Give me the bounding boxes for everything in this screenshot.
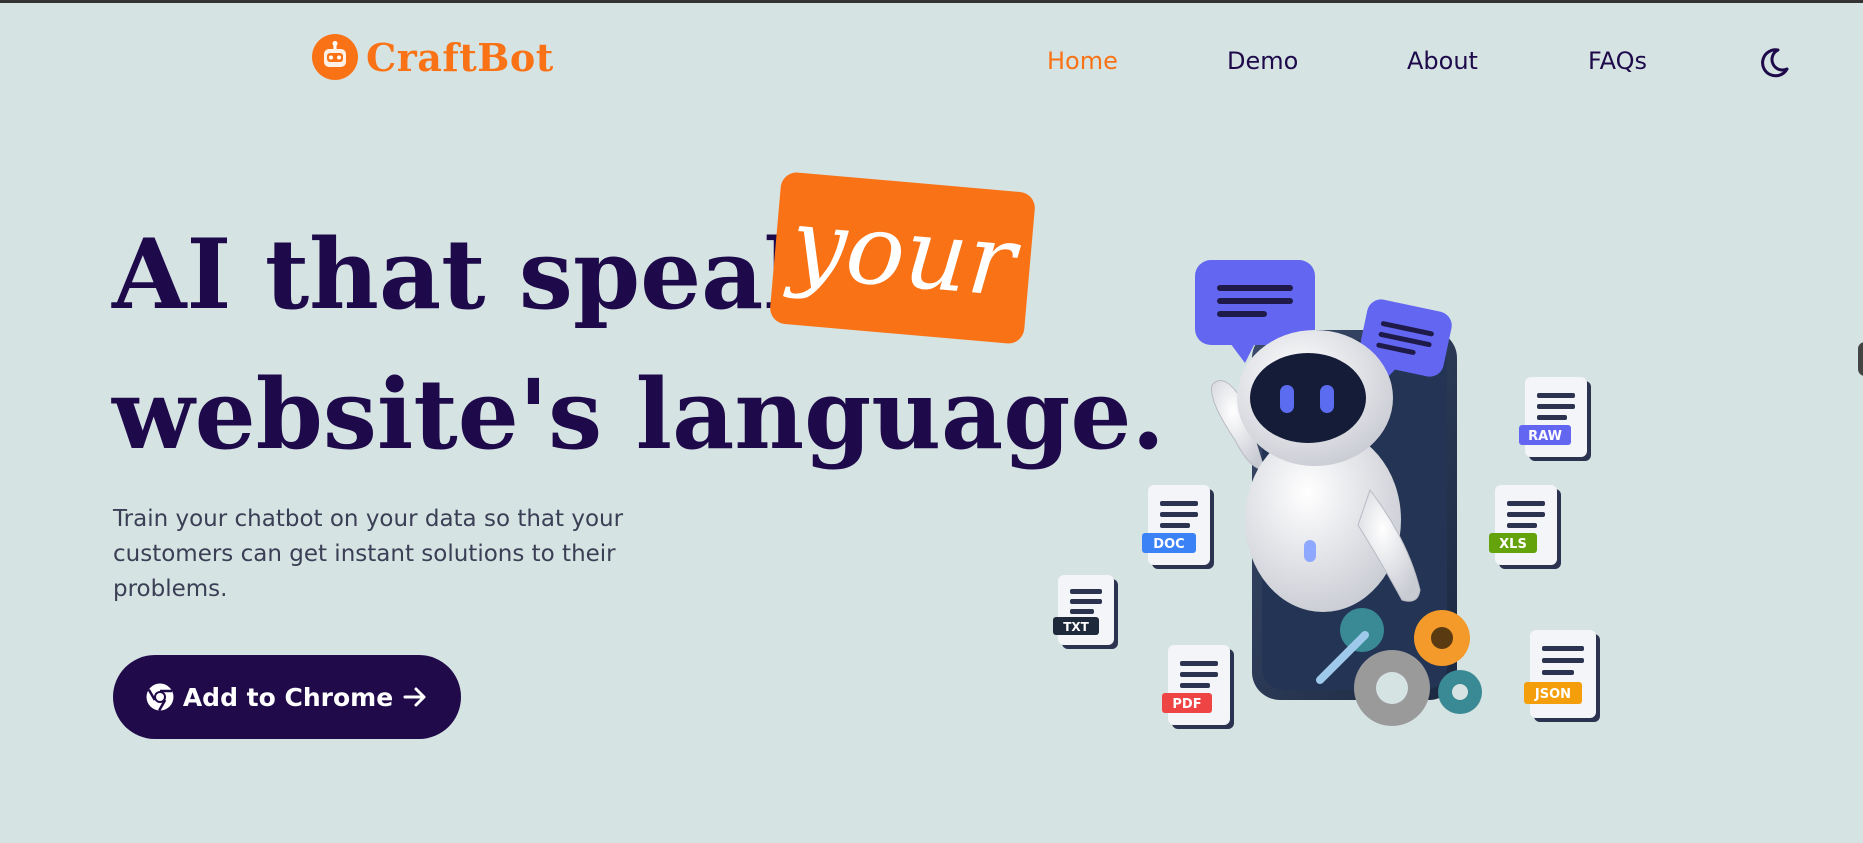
moon-icon[interactable] [1756, 45, 1792, 81]
nav-about-link[interactable]: About [1407, 47, 1478, 75]
file-tag-raw: RAW [1528, 429, 1562, 444]
add-to-chrome-button[interactable]: Add to Chrome [113, 655, 461, 739]
nav-demo-link[interactable]: Demo [1227, 47, 1298, 75]
headline-line-2: website's language. [112, 358, 1165, 471]
raw-file-icon: RAW [1519, 377, 1591, 461]
add-to-chrome-label: Add to Chrome [182, 682, 394, 712]
nav-faqs-link[interactable]: FAQs [1588, 47, 1647, 75]
brand-name: CraftBot [366, 34, 554, 80]
xls-file-icon: XLS [1489, 485, 1561, 569]
file-tag-txt: TXT [1063, 620, 1089, 634]
brand-logo[interactable]: CraftBot [312, 34, 554, 80]
scroll-handle[interactable] [1858, 342, 1863, 376]
file-tag-json: JSON [1534, 687, 1571, 702]
file-tag-doc: DOC [1153, 537, 1184, 552]
main-nav: Home Demo About FAQs [1000, 47, 1700, 81]
hero-subtitle: Train your chatbot on your data so that … [113, 506, 624, 602]
json-file-icon: JSON [1524, 630, 1600, 722]
robot-illustration: RAW DOC XLS TXT PDF JSON [1053, 260, 1600, 729]
top-border [0, 0, 1863, 3]
doc-file-icon: DOC [1142, 485, 1214, 569]
chrome-icon [146, 683, 174, 712]
txt-file-icon: TXT [1053, 575, 1118, 649]
file-tag-pdf: PDF [1172, 697, 1201, 712]
arrow-right-icon [403, 687, 426, 707]
robot-logo-icon [312, 34, 358, 80]
headline-highlight-text: your [786, 186, 1020, 320]
headline-highlight-badge: your [768, 171, 1037, 345]
file-tag-xls: XLS [1499, 537, 1527, 552]
pdf-file-icon: PDF [1162, 645, 1234, 729]
nav-home-link[interactable]: Home [1047, 47, 1118, 75]
